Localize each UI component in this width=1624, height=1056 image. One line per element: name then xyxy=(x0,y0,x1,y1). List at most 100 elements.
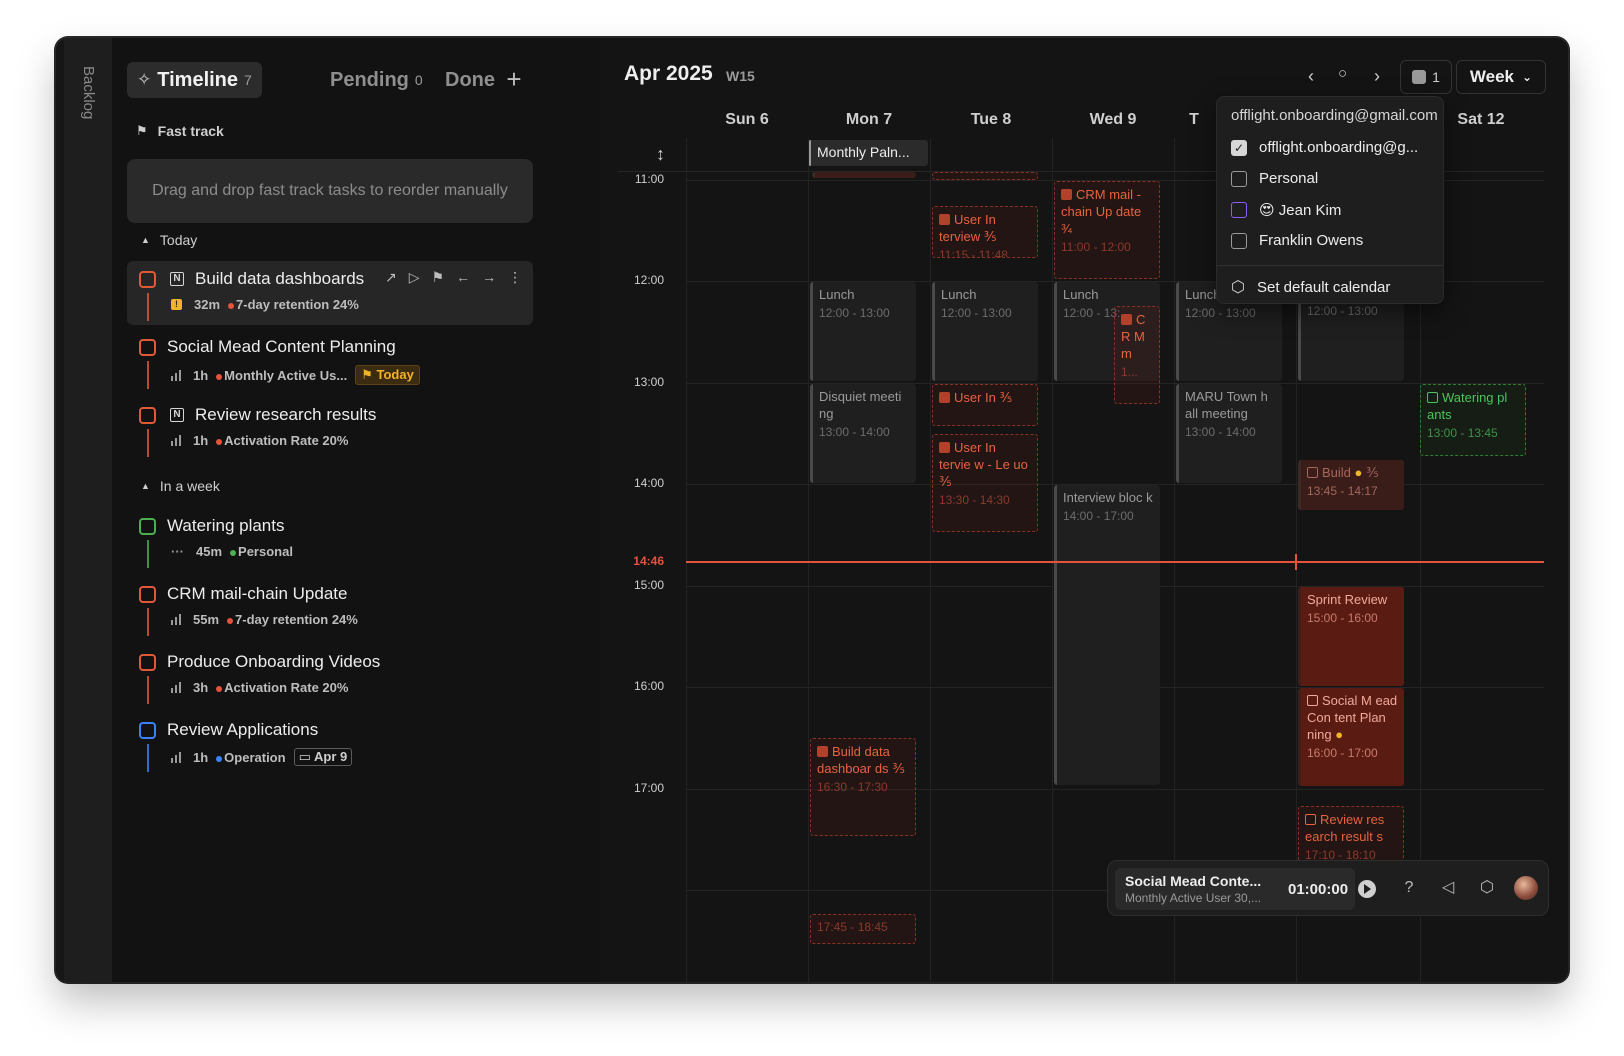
task-item[interactable]: Watering plants ··· 45m Personal xyxy=(127,508,533,572)
event-title: Lunch xyxy=(819,287,855,302)
checkbox-icon[interactable] xyxy=(1121,314,1132,325)
collapse-icon[interactable]: ▲ xyxy=(141,481,150,491)
task-item[interactable]: N Review research results 1h Activation … xyxy=(127,397,533,461)
app-window: Backlog ✧ Timeline 7 Pending 0 Done + ⚑ … xyxy=(56,38,1568,982)
settings-icon[interactable]: ⬡ xyxy=(1476,877,1498,899)
section-today[interactable]: ▲ Today xyxy=(141,232,197,248)
calendar-option[interactable]: 😍 Jean Kim xyxy=(1231,201,1341,219)
help-icon[interactable]: ? xyxy=(1398,877,1420,899)
task-actions: ↗ ▷ ⚑ ← → ⋮ xyxy=(385,269,522,286)
event-title: Disquiet meeti ng xyxy=(819,389,902,421)
task-checkbox[interactable] xyxy=(139,518,156,535)
play-button[interactable] xyxy=(1358,880,1376,898)
task-checkbox[interactable] xyxy=(139,722,156,739)
checkbox-icon[interactable] xyxy=(817,746,828,757)
checkbox[interactable] xyxy=(1231,232,1247,249)
current-task-card[interactable]: Social Mead Conte... Monthly Active User… xyxy=(1115,868,1355,910)
task-item[interactable]: Social Mead Content Planning 1h Monthly … xyxy=(127,329,533,393)
calendar-option-label: Personal xyxy=(1259,170,1319,187)
section-week[interactable]: ▲ In a week xyxy=(141,478,220,494)
chevron-right-icon[interactable]: › xyxy=(1374,66,1380,87)
calendar-event[interactable] xyxy=(812,172,916,178)
tab-timeline[interactable]: ✧ Timeline 7 xyxy=(127,62,262,98)
backlog-label[interactable]: Backlog xyxy=(80,66,97,119)
collapse-icon[interactable]: ▲ xyxy=(141,235,150,245)
view-select[interactable]: Week ⌄ xyxy=(1456,60,1546,94)
calendar-option-label: offlight.onboarding@g... xyxy=(1259,139,1419,156)
calendar-event[interactable]: User In tervie w - Le uo ⅗ 13:30 - 14:30 xyxy=(932,434,1038,532)
task-meta: 55m 7-day retention 24% xyxy=(171,612,358,627)
arrow-left-icon[interactable]: ← xyxy=(456,269,470,286)
calendar-event[interactable]: C R M m 1... xyxy=(1114,306,1160,404)
calendar-event[interactable]: Watering pl ants 13:00 - 13:45 xyxy=(1420,384,1526,456)
task-item[interactable]: CRM mail-chain Update 55m 7-day retentio… xyxy=(127,576,533,640)
task-title: Watering plants xyxy=(167,516,285,535)
calendar-event[interactable]: Sprint Review 15:00 - 16:00 xyxy=(1298,587,1404,686)
tab-done[interactable]: Done xyxy=(445,62,495,98)
checkbox[interactable] xyxy=(1231,170,1247,187)
calendar-event[interactable]: Disquiet meeti ng 13:00 - 14:00 xyxy=(810,384,916,483)
open-external-icon[interactable]: ↗ xyxy=(385,269,397,286)
sparkle-icon: ✧ xyxy=(137,70,152,89)
checkbox[interactable]: ✓ xyxy=(1231,139,1247,156)
play-icon[interactable]: ▷ xyxy=(409,269,420,286)
task-meta: ! 32m 7-day retention 24% xyxy=(171,297,359,312)
calendar-selector-button[interactable]: 1 xyxy=(1400,60,1452,94)
add-task-button[interactable]: + xyxy=(500,66,528,94)
calendar-event[interactable] xyxy=(932,172,1038,180)
event-title: Sprint Review xyxy=(1307,592,1388,607)
megaphone-icon[interactable]: ◁ xyxy=(1437,877,1459,899)
tab-label: Timeline xyxy=(157,68,239,91)
allday-event[interactable]: Monthly Paln... xyxy=(808,140,928,166)
task-duration: 1h xyxy=(193,367,209,383)
calendar-event[interactable]: User In ⅗ xyxy=(932,384,1038,426)
checkbox-icon[interactable] xyxy=(1307,467,1318,478)
calendar-event[interactable]: CRM mail -chain Up date ¾ 11:00 - 12:00 xyxy=(1054,181,1160,279)
calendar-event[interactable]: User In terview ⅗ 11:15 - 11:48 xyxy=(932,206,1038,258)
chevron-left-icon[interactable]: ‹ xyxy=(1308,66,1314,87)
checkbox-icon[interactable] xyxy=(1427,392,1438,403)
expand-vertical-icon[interactable]: ↕ xyxy=(656,144,665,165)
calendar-count: 1 xyxy=(1432,69,1440,85)
task-tag: Personal xyxy=(230,544,293,559)
tab-pending[interactable]: Pending 0 xyxy=(330,62,423,98)
calendar-event[interactable]: Build data dashboar ds ⅗ 16:30 - 17:30 xyxy=(810,738,916,836)
event-time: 11:00 - 12:00 xyxy=(1061,240,1131,254)
event-time: 15:00 - 16:00 xyxy=(1307,611,1378,625)
task-item[interactable]: Produce Onboarding Videos 3h Activation … xyxy=(127,644,533,708)
checkbox-icon[interactable] xyxy=(939,214,950,225)
fast-track-dropzone[interactable]: Drag and drop fast track tasks to reorde… xyxy=(127,159,533,223)
calendar-event[interactable]: Build ● ⅗ 13:45 - 14:17 xyxy=(1298,460,1404,510)
calendar-event[interactable]: Interview bloc k 14:00 - 17:00 xyxy=(1054,485,1160,785)
calendar-event[interactable]: Lunch 12:00 - 13:00 xyxy=(932,282,1038,381)
calendar-event[interactable]: 17:45 - 18:45 xyxy=(810,914,916,944)
avatar[interactable] xyxy=(1514,876,1538,900)
today-circle-icon[interactable]: ○ xyxy=(1338,65,1347,82)
task-item[interactable]: Review Applications 1h Operation ▭ Apr 9 xyxy=(127,712,533,776)
calendar-event[interactable]: Lunch 12:00 - 13:00 xyxy=(810,282,916,381)
checkbox-icon[interactable] xyxy=(939,442,950,453)
subtask-icon[interactable]: ⚑ xyxy=(432,269,445,286)
calendar-option[interactable]: Personal xyxy=(1231,170,1318,187)
task-checkbox[interactable] xyxy=(139,586,156,603)
checkbox-icon[interactable] xyxy=(1307,695,1318,706)
calendar-event[interactable]: Social M ead Con tent Plan ning ● 16:00 … xyxy=(1298,688,1404,786)
checkbox[interactable] xyxy=(1231,202,1247,218)
calendar-event[interactable]: MARU Town h all meeting 13:00 - 14:00 xyxy=(1176,384,1282,483)
calendar-option[interactable]: ✓ offlight.onboarding@g... xyxy=(1231,139,1418,156)
task-checkbox[interactable] xyxy=(139,271,156,288)
checkbox-icon[interactable] xyxy=(939,392,950,403)
timer-value: 01:00:00 xyxy=(1288,881,1349,898)
task-item[interactable]: N Build data dashboards ↗ ▷ ⚑ ← → ⋮ ! 32… xyxy=(127,261,533,325)
task-checkbox[interactable] xyxy=(139,654,156,671)
checkbox-icon[interactable] xyxy=(1061,189,1072,200)
task-checkbox[interactable] xyxy=(139,407,156,424)
grid-line xyxy=(1174,138,1175,982)
calendar-option[interactable]: Franklin Owens xyxy=(1231,232,1363,249)
more-icon[interactable]: ⋮ xyxy=(508,269,522,286)
arrow-right-icon[interactable]: → xyxy=(482,269,496,286)
backlog-strip[interactable]: Backlog xyxy=(64,38,112,982)
checkbox-icon[interactable] xyxy=(1305,814,1316,825)
set-default-calendar-item[interactable]: ⬡ Set default calendar xyxy=(1231,277,1390,297)
task-checkbox[interactable] xyxy=(139,339,156,356)
